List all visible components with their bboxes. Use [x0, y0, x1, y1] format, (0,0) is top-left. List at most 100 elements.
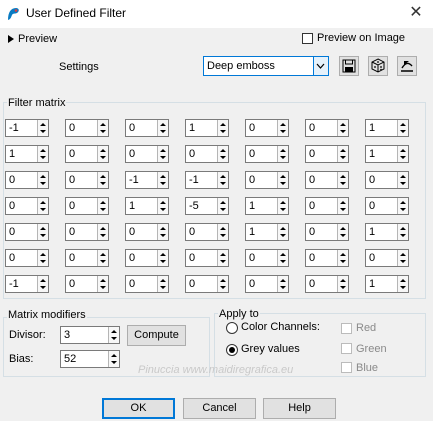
matrix-cell-spinbox[interactable]: 0: [65, 275, 109, 293]
preview-label[interactable]: Preview: [18, 33, 57, 45]
red-checkbox[interactable]: [341, 323, 352, 334]
spin-arrows-icon[interactable]: [277, 120, 288, 136]
matrix-cell-spinbox[interactable]: -1: [185, 171, 229, 189]
spin-arrows-icon[interactable]: [277, 172, 288, 188]
matrix-cell-spinbox[interactable]: 0: [65, 249, 109, 267]
green-checkbox[interactable]: [341, 343, 352, 354]
matrix-cell-spinbox[interactable]: 1: [245, 197, 289, 215]
matrix-cell-spinbox[interactable]: 0: [65, 197, 109, 215]
reset-button[interactable]: [397, 56, 417, 76]
matrix-cell-spinbox[interactable]: 0: [305, 249, 349, 267]
matrix-cell-spinbox[interactable]: 0: [305, 119, 349, 137]
spin-arrows-icon[interactable]: [97, 120, 108, 136]
spin-arrows-icon[interactable]: [397, 250, 408, 266]
compute-button[interactable]: Compute: [127, 325, 186, 346]
spin-arrows-icon[interactable]: [37, 120, 48, 136]
spin-arrows-icon[interactable]: [157, 120, 168, 136]
spin-arrows-icon[interactable]: [157, 172, 168, 188]
spin-arrows-icon[interactable]: [97, 198, 108, 214]
expand-arrow-icon[interactable]: [7, 34, 15, 44]
spin-arrows-icon[interactable]: [277, 250, 288, 266]
randomize-button[interactable]: [368, 56, 388, 76]
matrix-cell-spinbox[interactable]: 0: [65, 145, 109, 163]
spin-arrows-icon[interactable]: [337, 224, 348, 240]
spin-arrows-icon[interactable]: [37, 224, 48, 240]
spin-arrows-icon[interactable]: [217, 146, 228, 162]
spin-arrows-icon[interactable]: [37, 276, 48, 292]
save-preset-button[interactable]: [339, 56, 359, 76]
spin-arrows-icon[interactable]: [337, 120, 348, 136]
matrix-cell-spinbox[interactable]: 0: [125, 145, 169, 163]
spin-arrows-icon[interactable]: [277, 198, 288, 214]
matrix-cell-spinbox[interactable]: -1: [5, 119, 49, 137]
spin-arrows-icon[interactable]: [217, 120, 228, 136]
matrix-cell-spinbox[interactable]: 0: [365, 197, 409, 215]
cancel-button[interactable]: Cancel: [183, 398, 256, 419]
matrix-cell-spinbox[interactable]: 0: [125, 223, 169, 241]
matrix-cell-spinbox[interactable]: 0: [245, 275, 289, 293]
spin-arrows-icon[interactable]: [397, 172, 408, 188]
spin-arrows-icon[interactable]: [157, 198, 168, 214]
grey-values-label[interactable]: Grey values: [241, 343, 300, 355]
bias-spinbox[interactable]: 52: [60, 350, 120, 368]
matrix-cell-spinbox[interactable]: 0: [185, 145, 229, 163]
spin-arrows-icon[interactable]: [108, 351, 119, 367]
matrix-cell-spinbox[interactable]: 1: [125, 197, 169, 215]
matrix-cell-spinbox[interactable]: 0: [305, 223, 349, 241]
matrix-cell-spinbox[interactable]: 0: [305, 171, 349, 189]
matrix-cell-spinbox[interactable]: 1: [365, 119, 409, 137]
spin-arrows-icon[interactable]: [337, 250, 348, 266]
matrix-cell-spinbox[interactable]: 0: [125, 119, 169, 137]
matrix-cell-spinbox[interactable]: -5: [185, 197, 229, 215]
spin-arrows-icon[interactable]: [337, 172, 348, 188]
divisor-spinbox[interactable]: 3: [60, 326, 120, 344]
spin-arrows-icon[interactable]: [397, 146, 408, 162]
chevron-down-icon[interactable]: [313, 57, 328, 75]
preview-on-image-label[interactable]: Preview on Image: [317, 32, 405, 44]
spin-arrows-icon[interactable]: [157, 276, 168, 292]
matrix-cell-spinbox[interactable]: 1: [5, 145, 49, 163]
spin-arrows-icon[interactable]: [217, 172, 228, 188]
color-channels-label[interactable]: Color Channels:: [241, 321, 320, 333]
matrix-cell-spinbox[interactable]: 0: [305, 275, 349, 293]
spin-arrows-icon[interactable]: [157, 224, 168, 240]
matrix-cell-spinbox[interactable]: -1: [5, 275, 49, 293]
ok-button[interactable]: OK: [102, 398, 175, 419]
spin-arrows-icon[interactable]: [97, 172, 108, 188]
matrix-cell-spinbox[interactable]: 0: [5, 249, 49, 267]
spin-arrows-icon[interactable]: [217, 250, 228, 266]
spin-arrows-icon[interactable]: [37, 198, 48, 214]
matrix-cell-spinbox[interactable]: 1: [365, 275, 409, 293]
matrix-cell-spinbox[interactable]: 0: [245, 249, 289, 267]
blue-checkbox[interactable]: [341, 362, 352, 373]
spin-arrows-icon[interactable]: [397, 224, 408, 240]
spin-arrows-icon[interactable]: [37, 250, 48, 266]
spin-arrows-icon[interactable]: [277, 146, 288, 162]
spin-arrows-icon[interactable]: [97, 146, 108, 162]
spin-arrows-icon[interactable]: [397, 120, 408, 136]
help-button[interactable]: Help: [263, 398, 336, 419]
matrix-cell-spinbox[interactable]: 0: [185, 249, 229, 267]
spin-arrows-icon[interactable]: [337, 198, 348, 214]
spin-arrows-icon[interactable]: [337, 146, 348, 162]
matrix-cell-spinbox[interactable]: 0: [185, 275, 229, 293]
matrix-cell-spinbox[interactable]: 0: [5, 197, 49, 215]
spin-arrows-icon[interactable]: [217, 224, 228, 240]
spin-arrows-icon[interactable]: [337, 276, 348, 292]
matrix-cell-spinbox[interactable]: 0: [245, 145, 289, 163]
matrix-cell-spinbox[interactable]: 0: [65, 119, 109, 137]
matrix-cell-spinbox[interactable]: 0: [65, 223, 109, 241]
matrix-cell-spinbox[interactable]: 0: [305, 197, 349, 215]
preset-combobox[interactable]: Deep emboss: [203, 56, 329, 76]
matrix-cell-spinbox[interactable]: 0: [5, 223, 49, 241]
matrix-cell-spinbox[interactable]: 0: [365, 171, 409, 189]
spin-arrows-icon[interactable]: [397, 276, 408, 292]
close-icon[interactable]: ✕: [405, 2, 427, 24]
matrix-cell-spinbox[interactable]: 0: [125, 275, 169, 293]
spin-arrows-icon[interactable]: [157, 250, 168, 266]
spin-arrows-icon[interactable]: [217, 276, 228, 292]
spin-arrows-icon[interactable]: [217, 198, 228, 214]
spin-arrows-icon[interactable]: [37, 172, 48, 188]
preview-on-image-checkbox[interactable]: [302, 33, 313, 44]
grey-values-radio[interactable]: [226, 344, 238, 356]
